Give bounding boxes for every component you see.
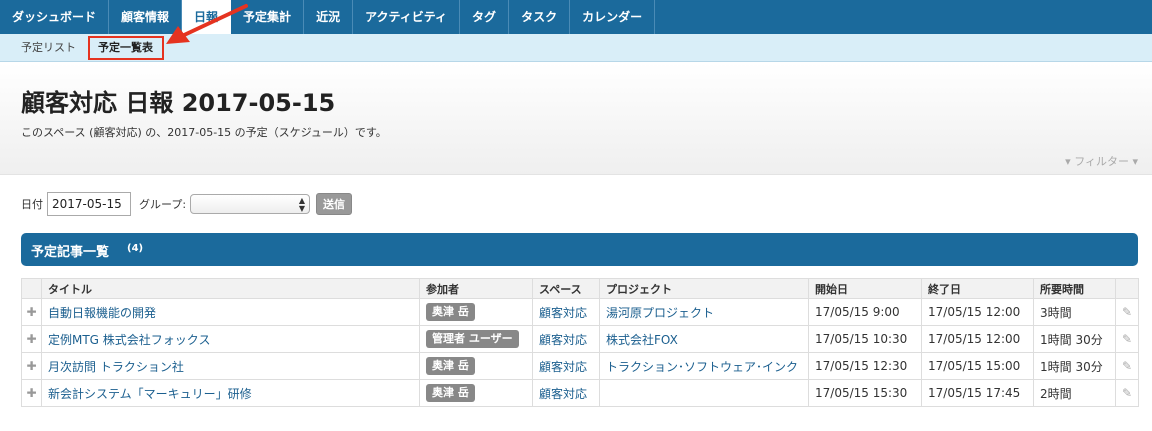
- filter-toggle[interactable]: ▾ フィルター ▾: [1065, 153, 1138, 169]
- table-row: ✚ 定例MTG 株式会社フォックス 管理者 ユーザー 顧客対応 株式会社FOX …: [21, 325, 1139, 353]
- section-title: 予定記事一覧: [31, 245, 110, 260]
- row-title-cell: 新会計システム「マーキュリー」研修: [41, 379, 420, 407]
- row-project-cell: 株式会社FOX: [599, 325, 809, 353]
- page-header: 顧客対応 日報 2017-05-15 このスペース (顧客対応) の、2017-…: [0, 63, 1152, 175]
- row-title-cell: 定例MTG 株式会社フォックス: [41, 325, 420, 353]
- row-space-link[interactable]: 顧客対応: [539, 306, 587, 320]
- annotation-arrow-icon: [166, 4, 248, 44]
- participant-badge: 奥津 岳: [426, 357, 475, 375]
- row-space-link[interactable]: 顧客対応: [539, 360, 587, 374]
- chevron-down-icon: ▾: [1132, 155, 1138, 168]
- funnel-icon: ▾: [1065, 155, 1071, 168]
- row-project-cell: 湯河原プロジェクト: [599, 298, 809, 326]
- group-label: グループ:: [139, 198, 187, 211]
- row-space-cell: 顧客対応: [532, 352, 600, 380]
- row-title-link[interactable]: 定例MTG 株式会社フォックス: [48, 333, 210, 347]
- row-participant-cell: 奥津 岳: [419, 352, 533, 380]
- row-start: 17/05/15 15:30: [808, 379, 922, 407]
- nav-activity[interactable]: アクティビティ: [353, 0, 461, 34]
- expand-plus-icon[interactable]: ✚: [21, 352, 42, 380]
- row-participant-cell: 奥津 岳: [419, 379, 533, 407]
- row-duration: 1時間 30分: [1033, 325, 1116, 353]
- row-end: 17/05/15 12:00: [921, 298, 1034, 326]
- row-duration: 1時間 30分: [1033, 352, 1116, 380]
- header-duration[interactable]: 所要時間: [1033, 278, 1116, 299]
- header-end[interactable]: 終了日: [921, 278, 1034, 299]
- edit-pencil-icon[interactable]: ✎: [1115, 298, 1139, 326]
- row-space-link[interactable]: 顧客対応: [539, 387, 587, 401]
- submit-button[interactable]: 送信: [316, 193, 353, 215]
- row-space-cell: 顧客対応: [532, 379, 600, 407]
- row-end: 17/05/15 17:45: [921, 379, 1034, 407]
- row-space-cell: 顧客対応: [532, 325, 600, 353]
- table-header-row: タイトル 参加者 スペース プロジェクト 開始日 終了日 所要時間: [21, 278, 1139, 299]
- select-arrows-icon: ▲ ▼: [298, 196, 306, 213]
- schedule-table: タイトル 参加者 スペース プロジェクト 開始日 終了日 所要時間 ✚ 自動日報…: [21, 278, 1139, 407]
- nav-tasks[interactable]: タスク: [509, 0, 571, 34]
- section-header: 予定記事一覧 (4): [21, 233, 1138, 266]
- edit-pencil-icon[interactable]: ✎: [1115, 379, 1139, 407]
- row-project-cell: トラクション･ソフトウェア･インク: [599, 352, 809, 380]
- row-end: 17/05/15 15:00: [921, 352, 1034, 380]
- edit-pencil-icon[interactable]: ✎: [1115, 325, 1139, 353]
- group-select[interactable]: ▲ ▼: [190, 194, 311, 214]
- table-row: ✚ 自動日報機能の開発 奥津 岳 顧客対応 湯河原プロジェクト 17/05/15…: [21, 298, 1139, 326]
- participant-badge: 管理者 ユーザー: [426, 330, 519, 348]
- row-duration: 2時間: [1033, 379, 1116, 407]
- date-group-form: 日付 グループ: ▲▼ 送信: [21, 192, 353, 216]
- row-start: 17/05/15 12:30: [808, 352, 922, 380]
- participant-badge: 奥津 岳: [426, 384, 475, 402]
- row-space-link[interactable]: 顧客対応: [539, 333, 587, 347]
- nav-calendar[interactable]: カレンダー: [570, 0, 656, 34]
- header-expand: [21, 278, 42, 299]
- row-project-link[interactable]: トラクション･ソフトウェア･インク: [606, 360, 798, 374]
- header-participant[interactable]: 参加者: [419, 278, 533, 299]
- row-project-cell: [599, 379, 809, 407]
- header-edit: [1115, 278, 1139, 299]
- page-title: 顧客対応 日報 2017-05-15: [21, 89, 336, 117]
- filter-label: フィルター: [1074, 155, 1129, 168]
- row-title-cell: 自動日報機能の開発: [41, 298, 420, 326]
- highlight-box: [88, 36, 164, 60]
- header-title[interactable]: タイトル: [41, 278, 420, 299]
- row-end: 17/05/15 12:00: [921, 325, 1034, 353]
- row-start: 17/05/15 10:30: [808, 325, 922, 353]
- row-participant-cell: 奥津 岳: [419, 298, 533, 326]
- expand-plus-icon[interactable]: ✚: [21, 379, 42, 407]
- section-count: (4): [127, 243, 144, 254]
- row-title-link[interactable]: 新会計システム「マーキュリー」研修: [48, 387, 252, 401]
- row-project-link[interactable]: 湯河原プロジェクト: [606, 306, 714, 320]
- expand-plus-icon[interactable]: ✚: [21, 325, 42, 353]
- row-space-cell: 顧客対応: [532, 298, 600, 326]
- header-space[interactable]: スペース: [532, 278, 600, 299]
- row-start: 17/05/15 9:00: [808, 298, 922, 326]
- subnav-schedule-list[interactable]: 予定リスト: [21, 39, 76, 57]
- expand-plus-icon[interactable]: ✚: [21, 298, 42, 326]
- row-project-link[interactable]: 株式会社FOX: [606, 333, 678, 347]
- date-input[interactable]: [47, 192, 131, 216]
- table-row: ✚ 月次訪問 トラクション社 奥津 岳 顧客対応 トラクション･ソフトウェア･イ…: [21, 352, 1139, 380]
- nav-dashboard[interactable]: ダッシュボード: [0, 0, 110, 34]
- header-project[interactable]: プロジェクト: [599, 278, 809, 299]
- row-title-link[interactable]: 自動日報機能の開発: [48, 306, 156, 320]
- header-start[interactable]: 開始日: [808, 278, 922, 299]
- row-title-link[interactable]: 月次訪問 トラクション社: [48, 360, 184, 374]
- participant-badge: 奥津 岳: [426, 303, 475, 321]
- nav-recent[interactable]: 近況: [304, 0, 354, 34]
- row-duration: 3時間: [1033, 298, 1116, 326]
- page-description: このスペース (顧客対応) の、2017-05-15 の予定（スケジュール）です…: [21, 126, 387, 139]
- nav-tags[interactable]: タグ: [460, 0, 510, 34]
- row-participant-cell: 管理者 ユーザー: [419, 325, 533, 353]
- table-row: ✚ 新会計システム「マーキュリー」研修 奥津 岳 顧客対応 17/05/15 1…: [21, 379, 1139, 407]
- edit-pencil-icon[interactable]: ✎: [1115, 352, 1139, 380]
- row-title-cell: 月次訪問 トラクション社: [41, 352, 420, 380]
- date-label: 日付: [21, 198, 43, 211]
